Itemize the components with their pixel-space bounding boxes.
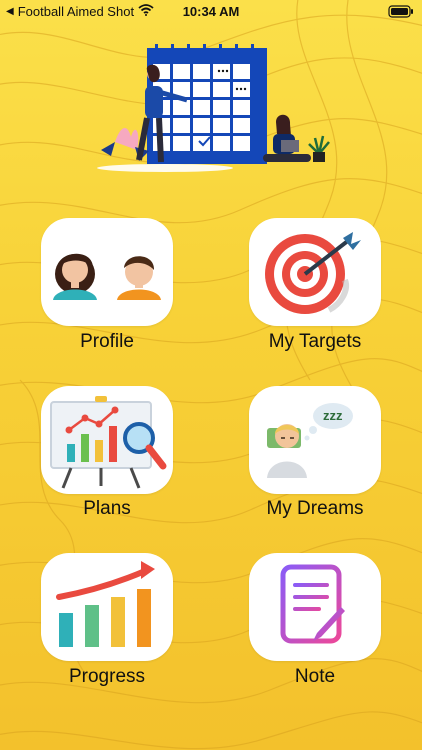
two-avatars-icon (53, 253, 161, 300)
note-label[interactable]: Note (230, 666, 400, 688)
presentation-board-icon (50, 396, 167, 489)
planning-illustration (95, 42, 335, 177)
status-time: 10:34 AM (182, 4, 240, 19)
target-dart-icon (265, 232, 361, 314)
battery-icon (388, 5, 414, 21)
progress-label[interactable]: Progress (22, 666, 192, 688)
plans-label[interactable]: Plans (22, 498, 192, 520)
note-button[interactable] (249, 553, 381, 661)
sleeping-person-icon: zzz (267, 403, 353, 478)
my-dreams-button[interactable]: zzz (249, 386, 381, 494)
bar-growth-icon (56, 561, 155, 647)
note-pen-icon (280, 564, 345, 644)
progress-button[interactable] (41, 553, 173, 661)
profile-label[interactable]: Profile (22, 331, 192, 353)
plans-button[interactable] (41, 386, 173, 494)
my-targets-label[interactable]: My Targets (230, 331, 400, 353)
status-bar: ◀ Football Aimed Shot 10:34 AM (0, 0, 422, 24)
profile-button[interactable] (41, 218, 173, 326)
my-targets-button[interactable] (249, 218, 381, 326)
my-dreams-label[interactable]: My Dreams (230, 498, 400, 520)
svg-text:zzz: zzz (323, 408, 343, 423)
